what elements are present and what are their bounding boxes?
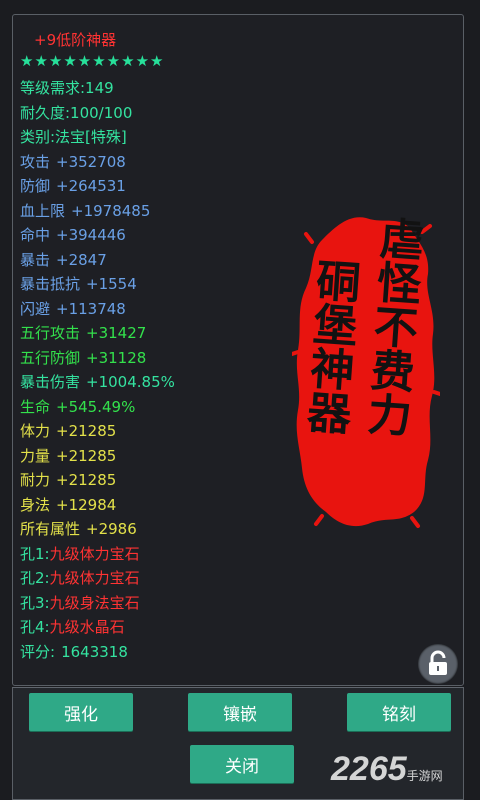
gem-hole-value: 九级水晶石 [49, 618, 125, 636]
stat-value: +264531 [56, 177, 126, 195]
stat-value: +31128 [86, 348, 147, 367]
stat-row: 等级需求:149 [20, 76, 300, 101]
stat-row: 命中 +394446 [20, 223, 300, 248]
stat-label: 体力 [20, 422, 51, 440]
gem-hole-row: 孔3:九级身法宝石 [20, 591, 300, 616]
stat-label: 身法 [20, 495, 51, 514]
seal-text-left: 硐堡神器 [297, 256, 362, 436]
stat-row: 所有属性 +2986 [20, 517, 300, 542]
stat-value: +1978485 [71, 201, 151, 220]
gem-hole-value: 九级体力宝石 [49, 569, 140, 587]
stat-label: 等级需求:149 [20, 79, 114, 97]
stat-value: +352708 [56, 152, 126, 171]
stat-row: 闪避 +113748 [20, 297, 300, 322]
stat-value: +1004.85% [86, 373, 175, 391]
stat-value: +1554 [86, 275, 137, 293]
stat-label: 暴击 [20, 250, 51, 269]
stat-row: 类别:法宝[特殊] [20, 125, 300, 150]
stat-row: 攻击 +352708 [20, 150, 300, 175]
stat-row: 暴击伤害 +1004.85% [20, 370, 300, 395]
score-label: 评分: [20, 642, 56, 661]
stat-row: 体力 +21285 [20, 419, 300, 444]
watermark-sub: 手游网 [406, 769, 443, 783]
gem-hole-row: 孔2:九级体力宝石 [20, 566, 300, 591]
stat-row: 力量 +21285 [20, 444, 300, 469]
watermark-text: 2265 [331, 750, 407, 788]
stat-value: +21285 [56, 422, 117, 440]
stat-label: 攻击 [20, 152, 51, 171]
gem-hole-label: 孔4: [20, 618, 50, 636]
score-row: 评分: 1643318 [20, 640, 300, 665]
stat-label: 五行防御 [20, 348, 81, 367]
stat-label: 类别:法宝[特殊] [20, 128, 127, 146]
stat-value: +394446 [56, 226, 126, 244]
stat-row: 血上限 +1978485 [20, 199, 300, 224]
stat-label: 防御 [20, 177, 51, 195]
gem-hole-row: 孔1:九级体力宝石 [20, 542, 300, 567]
gem-hole-label: 孔1: [20, 544, 50, 563]
stat-value: +21285 [56, 446, 117, 465]
stat-value: +113748 [56, 299, 126, 318]
stat-label: 命中 [20, 226, 51, 244]
stat-value: +21285 [56, 471, 117, 489]
gem-hole-value: 九级身法宝石 [49, 593, 140, 612]
watermark-logo: 2265手游网 [331, 750, 443, 789]
close-button[interactable]: 关闭 [190, 745, 294, 783]
gem-hole-row: 孔4:九级水晶石 [20, 615, 300, 640]
unlock-icon[interactable] [418, 644, 458, 684]
stat-row: 耐久度:100/100 [20, 101, 300, 126]
stat-label: 闪避 [20, 299, 51, 318]
stat-row: 防御 +264531 [20, 174, 300, 199]
inlay-button[interactable]: 镶嵌 [188, 693, 292, 731]
item-name: +9低阶神器 [34, 31, 117, 49]
stat-label: 暴击伤害 [20, 373, 81, 391]
stat-row: 暴击 +2847 [20, 248, 300, 273]
gem-hole-label: 孔2: [20, 569, 50, 587]
stat-label: 力量 [20, 446, 51, 465]
stat-value: +545.49% [56, 397, 136, 416]
stat-value: +2986 [86, 520, 137, 538]
stat-value: +31427 [86, 324, 147, 342]
stat-row: 暴击抵抗 +1554 [20, 272, 300, 297]
engrave-button[interactable]: 铭刻 [347, 693, 451, 731]
stat-value: +12984 [56, 495, 117, 514]
calligraphy-seal-image: 虐怪不费力 硐堡神器 [290, 212, 442, 530]
stat-label: 血上限 [20, 201, 66, 220]
stat-row: 五行攻击 +31427 [20, 321, 300, 346]
gem-hole-value: 九级体力宝石 [49, 544, 140, 563]
stat-value: +2847 [56, 250, 107, 269]
stat-label: 耐力 [20, 471, 51, 489]
stat-row: 耐力 +21285 [20, 468, 300, 493]
stat-row: 五行防御 +31128 [20, 346, 300, 371]
score-value: 1643318 [61, 642, 128, 661]
star-rating: ★★★★★★★★★★ [20, 52, 165, 70]
stat-label: 五行攻击 [20, 324, 81, 342]
stat-row: 身法 +12984 [20, 493, 300, 518]
stat-list: 等级需求:149 耐久度:100/100 类别:法宝[特殊] 攻击 +352708 防御 +… [20, 76, 300, 664]
stat-label: 所有属性 [20, 520, 81, 538]
stat-label: 生命 [20, 397, 51, 416]
stat-row: 生命 +545.49% [20, 395, 300, 420]
stat-label: 耐久度:100/100 [20, 103, 133, 122]
stat-label: 暴击抵抗 [20, 275, 81, 293]
gem-hole-label: 孔3: [20, 593, 50, 612]
enhance-button[interactable]: 强化 [29, 693, 133, 731]
